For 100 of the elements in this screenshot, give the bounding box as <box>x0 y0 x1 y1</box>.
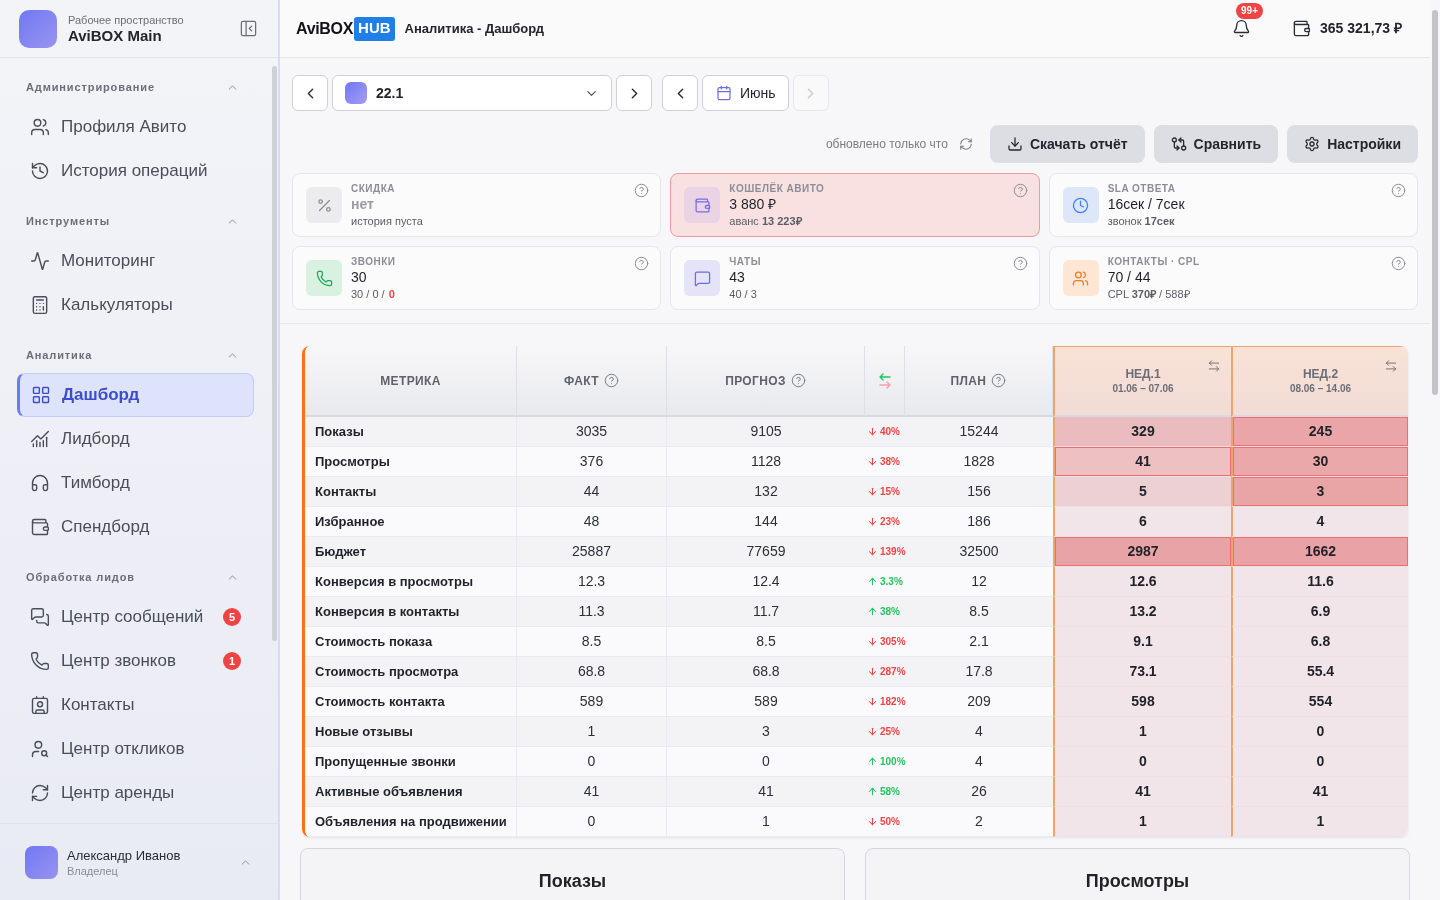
help-icon[interactable] <box>1391 256 1406 271</box>
table-cell: 245 <box>1231 417 1408 447</box>
workspace-logo-icon <box>19 9 57 48</box>
nav-item[interactable]: Тимборд <box>17 461 254 505</box>
help-icon[interactable] <box>604 373 619 388</box>
users-icon <box>1062 260 1099 296</box>
change-percent: 100% <box>880 755 906 769</box>
table-cell: 41 <box>1231 777 1408 807</box>
table-cell: 41 <box>1053 777 1231 807</box>
card-subtext: звонок 17сек <box>1107 213 1175 229</box>
brand-name: AviBOX <box>296 18 354 39</box>
account-select[interactable]: 22.1 <box>332 75 612 111</box>
help-icon[interactable] <box>1391 183 1406 198</box>
week-label: НЕД.2 <box>1302 367 1339 382</box>
nav-item[interactable]: Калькуляторы <box>17 283 254 327</box>
refresh-icon[interactable] <box>958 137 973 151</box>
balance-button[interactable]: 365 321,73 ₽ <box>1292 18 1402 39</box>
history-icon <box>30 161 50 181</box>
help-icon[interactable] <box>1012 256 1028 271</box>
next-button[interactable] <box>616 75 652 111</box>
previous-button[interactable] <box>292 75 328 111</box>
table-cell: Объявления на продвижении <box>305 807 517 837</box>
chat-icon <box>30 607 50 627</box>
card-label: КОШЕЛЁК АВИТО <box>729 181 826 195</box>
help-icon[interactable] <box>1012 183 1028 198</box>
toolbar-button[interactable]: Настройки <box>1287 125 1418 163</box>
swap-icon[interactable] <box>1384 359 1398 373</box>
section-title: Инструменты <box>26 213 110 229</box>
wallet-icon <box>684 187 721 223</box>
count-badge: 5 <box>223 608 241 626</box>
toolbar-button[interactable]: Скачать отчёт <box>989 125 1145 163</box>
nav-item[interactable]: Центр откликов <box>17 727 254 771</box>
card-label: SLA ОТВЕТА <box>1107 181 1177 195</box>
nav-item[interactable]: Центр аренды <box>17 771 254 815</box>
card-value: 43 <box>729 267 746 287</box>
notification-badge: 99+ <box>1236 2 1263 19</box>
nav-item[interactable]: Центр сообщений 5 <box>17 595 254 639</box>
refresh-icon <box>30 783 50 803</box>
left-right-arrows-icon <box>878 372 891 389</box>
table-cell: 1 <box>1053 807 1231 837</box>
change-percent: 38% <box>880 455 900 469</box>
user-name: Александр Иванов <box>67 846 182 864</box>
phone-icon <box>30 651 50 671</box>
nav-item[interactable]: Контакты <box>17 683 254 727</box>
table-cell: 6.9 <box>1231 597 1408 627</box>
bell-icon <box>1231 19 1251 38</box>
nav-item[interactable]: Спендборд <box>17 505 254 549</box>
card-label: ЧАТЫ <box>729 254 762 268</box>
help-icon[interactable] <box>991 373 1007 388</box>
nav-item[interactable]: Дашборд <box>17 373 254 417</box>
column-header: ПРОГНОЗ <box>725 372 786 390</box>
table-cell: 0 <box>1053 747 1231 777</box>
card-label: КОНТАКТЫ · CPL <box>1107 254 1201 268</box>
contact-icon <box>30 695 50 715</box>
month-button[interactable]: Июнь <box>702 75 789 111</box>
card-value: 16сек / 7сек <box>1107 194 1186 214</box>
previous-button[interactable] <box>662 75 698 111</box>
page-title: Аналитика - Дашборд <box>404 19 545 38</box>
scrollbar-thumb[interactable] <box>271 66 277 641</box>
card-subtext: 40 / 3 <box>729 286 757 302</box>
toolbar-button[interactable]: Сравнить <box>1153 125 1279 163</box>
table-cell: 11.6 <box>1231 567 1408 597</box>
avatar-icon <box>345 82 367 104</box>
section-title: Администрирование <box>26 79 155 95</box>
compare-icon <box>1170 136 1187 152</box>
avatar-icon <box>25 845 58 879</box>
download-icon <box>1006 136 1023 152</box>
help-icon[interactable] <box>634 183 650 198</box>
card-subtext: аванс 13 223₽ <box>729 213 802 229</box>
help-icon[interactable] <box>634 256 650 271</box>
table-cell: 1 <box>1231 807 1408 837</box>
collapse-sidebar-icon[interactable] <box>239 19 258 38</box>
table-cell: 12.6 <box>1053 567 1231 597</box>
nav-item[interactable]: История операций <box>17 149 254 193</box>
grid-icon <box>31 385 51 405</box>
wallet-icon <box>30 517 50 537</box>
user-role: Владелец <box>67 863 119 878</box>
table-cell: 1 <box>1053 717 1231 747</box>
scrollbar[interactable] <box>1430 0 1440 900</box>
change-percent: 23% <box>880 515 900 529</box>
table-cell: 55.4 <box>1231 657 1408 687</box>
swap-icon[interactable] <box>1207 359 1221 373</box>
table-cell: 0 <box>1231 747 1408 777</box>
table-cell: 9.1 <box>1053 627 1231 657</box>
scrollbar-thumb[interactable] <box>1432 10 1438 395</box>
nav-item[interactable]: Профиля Авито <box>17 105 254 149</box>
nav-item[interactable]: Лидборд <box>17 417 254 461</box>
nav-item[interactable]: Мониторинг <box>17 239 254 283</box>
column-header: ФАКТ <box>564 372 599 390</box>
help-icon[interactable] <box>790 373 806 388</box>
count-badge: 1 <box>223 652 241 670</box>
change-percent: 50% <box>880 815 900 829</box>
card-value: 70 / 44 <box>1107 267 1152 287</box>
change-percent: 15% <box>880 485 900 499</box>
card-label: СКИДКА <box>351 181 396 195</box>
table-cell: 598 <box>1053 687 1231 717</box>
table-cell: 0 <box>517 807 667 837</box>
nav-item[interactable]: Центр звонков 1 <box>17 639 254 683</box>
workspace-name: AviBOX Main <box>68 26 163 45</box>
table-cell: 2987 <box>1053 537 1231 567</box>
